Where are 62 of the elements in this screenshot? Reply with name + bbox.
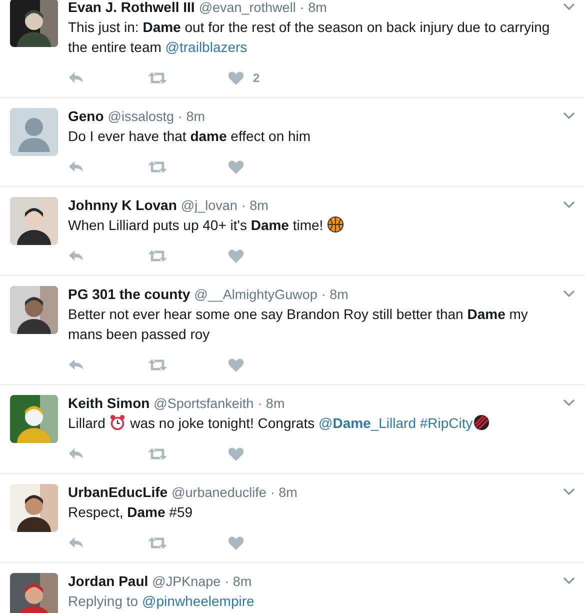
tweet-time[interactable]: · 8m: [224, 574, 252, 589]
like-icon[interactable]: [228, 249, 244, 263]
retweet-icon[interactable]: [148, 447, 167, 461]
tweet-time[interactable]: · 8m: [321, 287, 348, 302]
tweet-link[interactable]: @Dame_Lillard: [318, 415, 416, 431]
tweet-time[interactable]: · 8m: [300, 0, 327, 15]
like-icon[interactable]: [228, 358, 244, 372]
user-name[interactable]: Jordan Paul: [68, 573, 148, 589]
caret-icon[interactable]: [563, 290, 575, 298]
default-avatar-icon: [10, 108, 58, 156]
retweet-icon[interactable]: [148, 249, 167, 263]
caret-icon[interactable]: [563, 201, 575, 209]
like-icon[interactable]: [228, 160, 244, 174]
like-icon[interactable]: [228, 447, 244, 461]
user-name[interactable]: Geno: [68, 108, 104, 124]
user-handle[interactable]: @Sportsfankeith: [154, 396, 254, 411]
caret-icon[interactable]: [563, 3, 575, 11]
like-icon[interactable]: [228, 536, 244, 550]
alarm-clock-icon: [109, 414, 126, 431]
retweet-icon[interactable]: [148, 536, 167, 550]
caret-icon[interactable]: [563, 399, 575, 407]
like-count: 2: [253, 71, 260, 85]
retweet-icon[interactable]: [148, 358, 167, 372]
tweet-text: Do I ever have that dame effect on him: [68, 127, 312, 146]
user-handle[interactable]: @JPKnape: [152, 574, 221, 589]
striped-ball-icon: [472, 414, 490, 431]
user-name[interactable]: Keith Simon: [68, 395, 150, 411]
tweet-text: Lillard was no joke tonight! Congrats @Dame_Lillard #RipCity: [68, 413, 553, 433]
reply-icon[interactable]: [68, 358, 84, 372]
replying-label: Replying to: [68, 593, 138, 609]
caret-icon[interactable]: [563, 112, 575, 120]
tweet-text: This just in: Dame out for the rest of the season on back injury due to carrying the entire team @trailblazers: [68, 18, 551, 57]
tweet-link[interactable]: @trailblazers: [165, 39, 248, 55]
reply-icon[interactable]: [68, 249, 84, 263]
user-handle[interactable]: @__AlmightyGuwop: [194, 287, 318, 302]
caret-icon[interactable]: [563, 577, 575, 585]
tweet-time[interactable]: · 8m: [241, 198, 268, 213]
mention-link[interactable]: @pinwheelempire: [142, 593, 254, 609]
user-handle[interactable]: @issalostg: [108, 109, 174, 124]
tweet-time[interactable]: · 8m: [178, 109, 206, 124]
tweet-text: When Lilliard puts up 40+ it's Dame time!: [68, 215, 553, 235]
user-handle[interactable]: @urbaneduclife: [172, 485, 266, 500]
retweet-icon[interactable]: [148, 71, 167, 85]
user-handle[interactable]: @evan_rothwell: [198, 0, 296, 15]
reply-icon[interactable]: [68, 71, 84, 85]
reply-icon[interactable]: [68, 447, 84, 461]
user-name[interactable]: Evan J. Rothwell III: [68, 0, 195, 15]
tweet-text: Respect, Dame #59: [68, 503, 194, 522]
like-icon[interactable]: [228, 71, 244, 85]
reply-icon[interactable]: [68, 536, 84, 550]
user-name[interactable]: PG 301 the county: [68, 286, 190, 302]
user-name[interactable]: Johnny K Lovan: [68, 197, 177, 213]
user-name[interactable]: UrbanEducLife: [68, 484, 168, 500]
caret-icon[interactable]: [563, 488, 575, 496]
user-handle[interactable]: @j_lovan: [180, 198, 238, 213]
tweet-time[interactable]: · 8m: [270, 485, 298, 500]
tweet-time[interactable]: · 8m: [258, 396, 285, 411]
tweet-link[interactable]: #RipCity: [420, 415, 473, 431]
retweet-icon[interactable]: [148, 160, 167, 174]
tweet-text: Better not ever hear some one say Brandon Roy still better than Dame my mans been passed roy: [68, 305, 529, 344]
reply-icon[interactable]: [68, 160, 84, 174]
basketball-icon: [327, 216, 344, 233]
